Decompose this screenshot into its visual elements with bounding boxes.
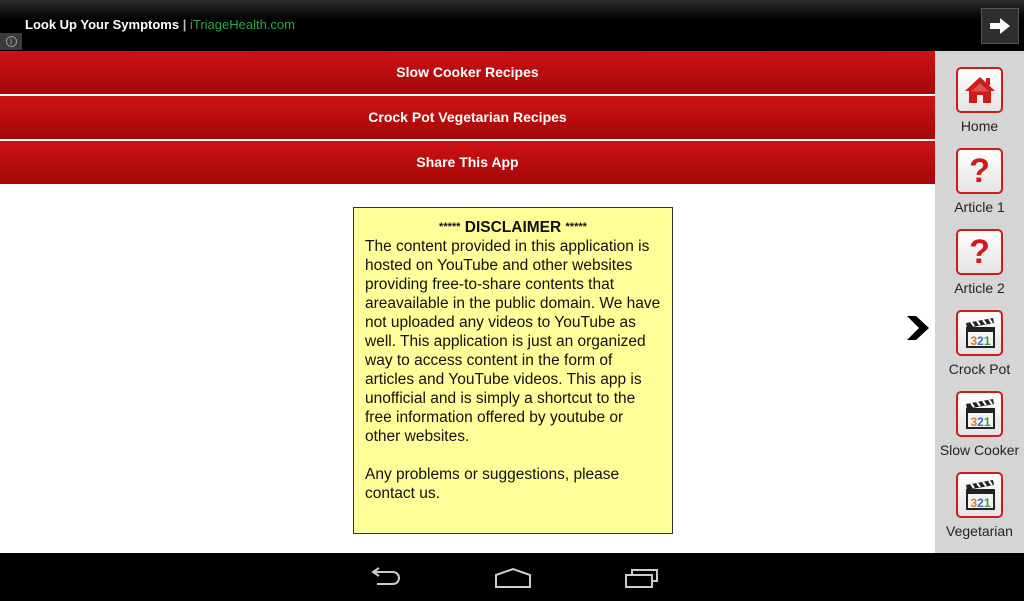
video-clapper-icon: 321 xyxy=(956,310,1003,356)
sidebar-item-crock-pot[interactable]: 321 Crock Pot xyxy=(935,294,1024,377)
video-clapper-icon: 321 xyxy=(956,391,1003,437)
sidebar-item-home[interactable]: Home xyxy=(935,51,1024,134)
chevron-right-icon xyxy=(907,316,929,340)
sidebar: Home ? Article 1 ? Article 2 321 Crock P… xyxy=(935,51,1024,553)
disclaimer-title: ***** DISCLAIMER ***** xyxy=(439,219,587,236)
question-icon: ? xyxy=(956,229,1003,275)
recent-apps-button[interactable] xyxy=(618,563,664,593)
share-app-button[interactable]: Share This App xyxy=(0,141,935,184)
recent-apps-icon xyxy=(625,569,658,588)
slow-cooker-recipes-button[interactable]: Slow Cooker Recipes xyxy=(0,51,935,94)
crock-pot-vegetarian-recipes-button[interactable]: Crock Pot Vegetarian Recipes xyxy=(0,96,935,139)
disclaimer-body: The content provided in this application… xyxy=(365,238,661,445)
disclaimer-box: ***** DISCLAIMER ***** The content provi… xyxy=(353,207,673,534)
ad-text[interactable]: Look Up Your Symptoms | iTriageHealth.co… xyxy=(25,17,295,32)
main-content: Slow Cooker Recipes Crock Pot Vegetarian… xyxy=(0,51,935,553)
sidebar-item-vegetarian[interactable]: 321 Vegetarian xyxy=(935,456,1024,539)
info-icon[interactable]: i xyxy=(0,33,22,50)
video-clapper-icon: 321 xyxy=(956,472,1003,518)
disclaimer-footer: Any problems or suggestions, please cont… xyxy=(365,466,620,502)
expand-sidebar-button[interactable] xyxy=(904,313,932,343)
sidebar-item-slow-cooker[interactable]: 321 Slow Cooker xyxy=(935,375,1024,458)
ad-separator: | xyxy=(179,17,190,32)
question-icon: ? xyxy=(956,148,1003,194)
system-nav-bar xyxy=(0,553,1024,601)
ad-title: Look Up Your Symptoms xyxy=(25,17,180,32)
svg-text:321: 321 xyxy=(970,334,990,348)
back-button[interactable] xyxy=(362,563,408,593)
home-button[interactable] xyxy=(490,563,536,593)
ad-next-button[interactable] xyxy=(981,8,1019,44)
sidebar-item-article-2[interactable]: ? Article 2 xyxy=(935,213,1024,296)
home-outline-icon xyxy=(495,567,531,588)
home-icon xyxy=(956,67,1003,113)
arrow-right-icon xyxy=(990,18,1010,34)
svg-text:321: 321 xyxy=(970,496,990,510)
ad-link[interactable]: iTriageHealth.com xyxy=(190,17,295,32)
sidebar-item-article-1[interactable]: ? Article 1 xyxy=(935,132,1024,215)
svg-text:321: 321 xyxy=(970,415,990,429)
back-icon xyxy=(371,567,400,585)
ad-banner[interactable]: Look Up Your Symptoms | iTriageHealth.co… xyxy=(0,0,1024,51)
